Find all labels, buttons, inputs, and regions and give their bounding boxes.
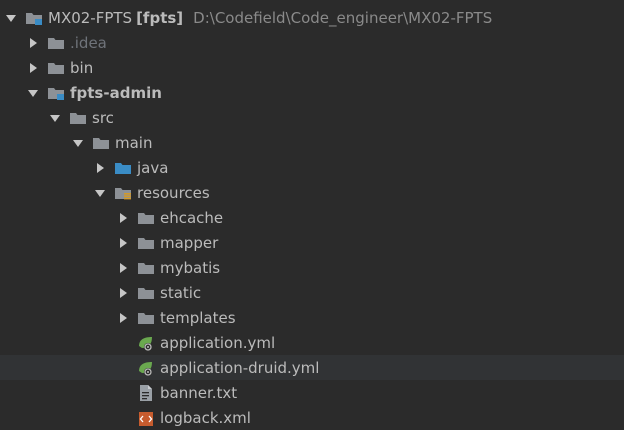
chevron-down-icon[interactable]	[26, 86, 40, 100]
folder-icon	[69, 110, 87, 126]
tree-item-label: templates	[160, 308, 236, 327]
module-tag: [fpts]	[136, 8, 184, 27]
xml-file-icon	[137, 410, 155, 426]
chevron-down-icon[interactable]	[4, 11, 18, 25]
tree-row-src[interactable]: src	[0, 105, 624, 130]
chevron-right-icon[interactable]	[26, 61, 40, 75]
tree-row-static[interactable]: static	[0, 280, 624, 305]
project-name: MX02-FPTS	[48, 8, 133, 27]
tree-row-logback-xml[interactable]: logback.xml	[0, 405, 624, 430]
tree-row-banner-txt[interactable]: banner.txt	[0, 380, 624, 405]
tree-item-label: mybatis	[160, 258, 221, 277]
folder-icon	[47, 35, 65, 51]
tree-row-ehcache[interactable]: ehcache	[0, 205, 624, 230]
chevron-down-icon[interactable]	[93, 186, 107, 200]
folder-icon	[92, 135, 110, 151]
tree-item-label: java	[137, 158, 169, 177]
source-root-folder-icon	[114, 160, 132, 176]
spring-config-icon	[137, 360, 155, 376]
folder-icon	[47, 60, 65, 76]
tree-row-main[interactable]: main	[0, 130, 624, 155]
resources-root-folder-icon	[114, 185, 132, 201]
tree-item-label: application.yml	[160, 333, 276, 352]
tree-item-label: banner.txt	[160, 383, 238, 402]
text-file-icon	[137, 384, 155, 401]
tree-item-label: fpts-admin	[70, 83, 162, 102]
tree-item-label: main	[115, 133, 153, 152]
folder-icon	[137, 285, 155, 301]
tree-item-label: static	[160, 283, 202, 302]
tree-row-project-root[interactable]: MX02-FPTS [fpts] D:\Codefield\Code_engin…	[0, 5, 624, 30]
chevron-right-icon[interactable]	[93, 161, 107, 175]
tree-item-label: src	[92, 108, 114, 127]
chevron-right-icon[interactable]	[116, 286, 130, 300]
tree-row-java[interactable]: java	[0, 155, 624, 180]
tree-row-idea[interactable]: .idea	[0, 30, 624, 55]
chevron-right-icon[interactable]	[116, 211, 130, 225]
module-folder-icon	[47, 85, 65, 101]
tree-row-templates[interactable]: templates	[0, 305, 624, 330]
tree-item-label: ehcache	[160, 208, 224, 227]
tree-item-label: resources	[137, 183, 210, 202]
spring-config-icon	[137, 335, 155, 351]
folder-icon	[137, 260, 155, 276]
chevron-down-icon[interactable]	[71, 136, 85, 150]
folder-icon	[137, 310, 155, 326]
tree-item-label: mapper	[160, 233, 219, 252]
tree-item-label: application-druid.yml	[160, 358, 320, 377]
tree-row-mapper[interactable]: mapper	[0, 230, 624, 255]
chevron-right-icon[interactable]	[116, 236, 130, 250]
folder-icon	[137, 235, 155, 251]
chevron-down-icon[interactable]	[48, 111, 62, 125]
module-folder-icon	[25, 10, 43, 26]
tree-row-application-yml[interactable]: application.yml	[0, 330, 624, 355]
project-tree: MX02-FPTS [fpts] D:\Codefield\Code_engin…	[0, 0, 624, 428]
tree-row-mybatis[interactable]: mybatis	[0, 255, 624, 280]
tree-row-application-druid-yml[interactable]: application-druid.yml	[0, 355, 624, 380]
tree-row-resources[interactable]: resources	[0, 180, 624, 205]
chevron-right-icon[interactable]	[116, 261, 130, 275]
folder-icon	[137, 210, 155, 226]
tree-item-label: logback.xml	[160, 408, 251, 427]
chevron-right-icon[interactable]	[26, 36, 40, 50]
tree-item-label: .idea	[70, 33, 107, 52]
tree-item-label: bin	[70, 58, 94, 77]
tree-row-bin[interactable]: bin	[0, 55, 624, 80]
tree-row-fpts-admin[interactable]: fpts-admin	[0, 80, 624, 105]
chevron-right-icon[interactable]	[116, 311, 130, 325]
project-path: D:\Codefield\Code_engineer\MX02-FPTS	[193, 8, 493, 27]
